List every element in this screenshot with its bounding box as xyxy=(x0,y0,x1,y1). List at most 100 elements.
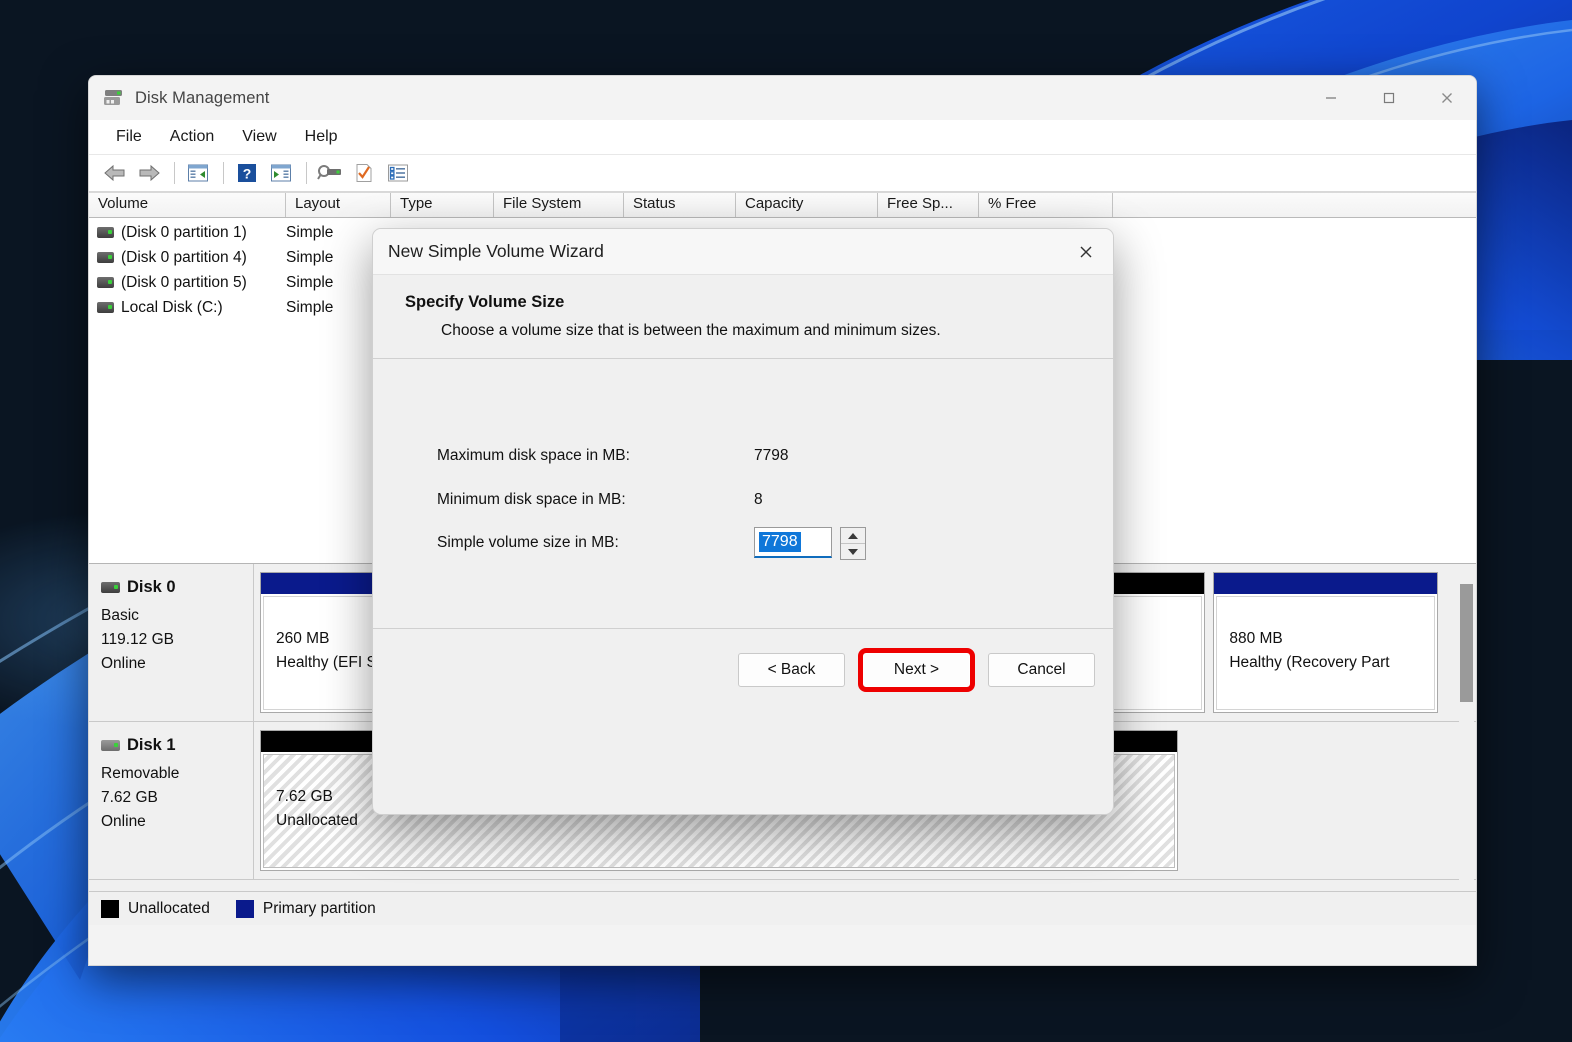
wizard-footer: < Back Next > Cancel xyxy=(373,628,1113,711)
volume-cell: (Disk 0 partition 5) xyxy=(89,274,286,292)
field-label: Minimum disk space in MB: xyxy=(437,491,626,508)
volume-list-header: Volume Layout Type File System Status Ca… xyxy=(89,192,1476,218)
disk-name: Disk 0 xyxy=(127,578,176,596)
show-hide-action-pane-icon[interactable] xyxy=(265,159,297,187)
legend-item-unallocated: Unallocated xyxy=(101,899,210,918)
partition-status: Healthy (EFI S xyxy=(276,654,377,671)
wizard-header: Specify Volume Size Choose a volume size… xyxy=(373,275,1113,359)
wizard-titlebar: New Simple Volume Wizard xyxy=(373,229,1113,275)
legend-swatch-primary xyxy=(235,899,254,918)
show-hide-console-tree-icon[interactable] xyxy=(182,159,214,187)
partition-body: 880 MB Healthy (Recovery Part xyxy=(1216,596,1435,710)
window-title: Disk Management xyxy=(135,88,270,107)
toolbar-separator xyxy=(174,162,175,184)
spinner-down-icon[interactable] xyxy=(841,544,865,559)
new-simple-volume-wizard-dialog: New Simple Volume Wizard Specify Volume … xyxy=(372,228,1114,815)
column-header-type[interactable]: Type xyxy=(391,193,494,217)
maximize-button[interactable] xyxy=(1360,76,1418,120)
volume-size-input[interactable]: 7798 xyxy=(754,527,832,558)
field-value-min: 8 xyxy=(754,491,763,508)
column-header-layout[interactable]: Layout xyxy=(286,193,391,217)
partition-color-bar xyxy=(1214,573,1437,594)
wizard-heading: Specify Volume Size xyxy=(405,293,565,311)
partition-body: 260 MB Healthy (EFI S xyxy=(263,596,388,710)
volume-label: Local Disk (C:) xyxy=(121,298,223,316)
legend: Unallocated Primary partition xyxy=(89,891,1476,925)
volume-size-stepper[interactable]: 7798 xyxy=(754,527,866,560)
column-header-volume[interactable]: Volume xyxy=(89,193,286,217)
partition-size: 880 MB xyxy=(1229,630,1283,647)
volume-cell: (Disk 0 partition 1) xyxy=(89,224,286,242)
wizard-body: Maximum disk space in MB: 7798 Minimum d… xyxy=(373,359,1113,711)
column-header-free-space[interactable]: Free Sp... xyxy=(878,193,979,217)
column-header-status[interactable]: Status xyxy=(624,193,736,217)
spinner-up-icon[interactable] xyxy=(841,528,865,544)
volume-size-value: 7798 xyxy=(759,532,801,552)
column-header-percent-free[interactable]: % Free xyxy=(979,193,1113,217)
disk-info-0: Disk 0 Basic 119.12 GB Online xyxy=(89,564,254,721)
legend-label-unallocated: Unallocated xyxy=(128,899,210,917)
wizard-title: New Simple Volume Wizard xyxy=(388,241,604,261)
window-controls xyxy=(1302,76,1476,120)
volume-label: (Disk 0 partition 4) xyxy=(121,248,247,266)
disk-size: 7.62 GB xyxy=(101,789,158,806)
partition-color-bar xyxy=(261,573,390,594)
toolbar: ? xyxy=(89,155,1476,192)
field-min-disk-space: Minimum disk space in MB: 8 xyxy=(437,491,1083,509)
column-header-file-system[interactable]: File System xyxy=(494,193,624,217)
legend-label-primary: Primary partition xyxy=(262,899,376,917)
removable-drive-icon xyxy=(101,740,120,751)
close-button[interactable] xyxy=(1418,76,1476,120)
minimize-button[interactable] xyxy=(1302,76,1360,120)
legend-item-primary: Primary partition xyxy=(235,899,376,918)
rescan-disks-icon[interactable] xyxy=(314,159,346,187)
disk-view-scrollbar[interactable] xyxy=(1459,566,1474,889)
task-list-icon[interactable] xyxy=(382,159,414,187)
properties-icon[interactable] xyxy=(348,159,380,187)
field-max-disk-space: Maximum disk space in MB: 7798 xyxy=(437,447,1083,465)
back-button[interactable]: < Back xyxy=(738,653,845,687)
partition-recovery[interactable]: 880 MB Healthy (Recovery Part xyxy=(1213,572,1438,713)
column-header-filler xyxy=(1113,193,1476,217)
toolbar-separator xyxy=(223,162,224,184)
svg-text:?: ? xyxy=(243,166,252,182)
window-titlebar: Disk Management xyxy=(89,76,1476,120)
volume-label: (Disk 0 partition 1) xyxy=(121,223,247,241)
volume-cell: Local Disk (C:) xyxy=(89,299,286,317)
menu-view[interactable]: View xyxy=(229,124,289,150)
disk-type: Basic xyxy=(101,607,139,624)
cancel-button[interactable]: Cancel xyxy=(988,653,1095,687)
menu-action[interactable]: Action xyxy=(157,124,227,150)
menu-file[interactable]: File xyxy=(103,124,155,150)
partition-status: Healthy (Recovery Part xyxy=(1229,654,1390,671)
wizard-close-button[interactable] xyxy=(1059,229,1113,275)
toolbar-separator xyxy=(306,162,307,184)
column-header-capacity[interactable]: Capacity xyxy=(736,193,878,217)
volume-drive-icon xyxy=(97,277,114,288)
disk-type: Removable xyxy=(101,765,180,782)
volume-label: (Disk 0 partition 5) xyxy=(121,273,247,291)
disk-status: Online xyxy=(101,813,146,830)
volume-size-spin-buttons[interactable] xyxy=(840,527,866,560)
menu-help[interactable]: Help xyxy=(292,124,351,150)
field-simple-volume-size: Simple volume size in MB: 7798 xyxy=(437,527,1083,560)
partition-size: 260 MB xyxy=(276,630,330,647)
disk-status: Online xyxy=(101,655,146,672)
volume-drive-icon xyxy=(97,227,114,238)
menubar: File Action View Help xyxy=(89,120,1476,155)
volume-drive-icon xyxy=(97,252,114,263)
disk-name: Disk 1 xyxy=(127,736,176,754)
help-icon[interactable]: ? xyxy=(231,159,263,187)
volume-drive-icon xyxy=(97,302,114,313)
field-value-max: 7798 xyxy=(754,447,789,464)
disk-title-0: Disk 0 xyxy=(101,578,253,597)
scrollbar-thumb[interactable] xyxy=(1460,584,1473,702)
field-label: Maximum disk space in MB: xyxy=(437,447,630,464)
forward-icon[interactable] xyxy=(133,159,165,187)
back-icon[interactable] xyxy=(99,159,131,187)
wizard-subheading: Choose a volume size that is between the… xyxy=(441,322,941,339)
next-button[interactable]: Next > xyxy=(858,648,975,692)
field-label: Simple volume size in MB: xyxy=(437,534,619,551)
disk-title-1: Disk 1 xyxy=(101,736,253,755)
disk-info-1: Disk 1 Removable 7.62 GB Online xyxy=(89,722,254,879)
